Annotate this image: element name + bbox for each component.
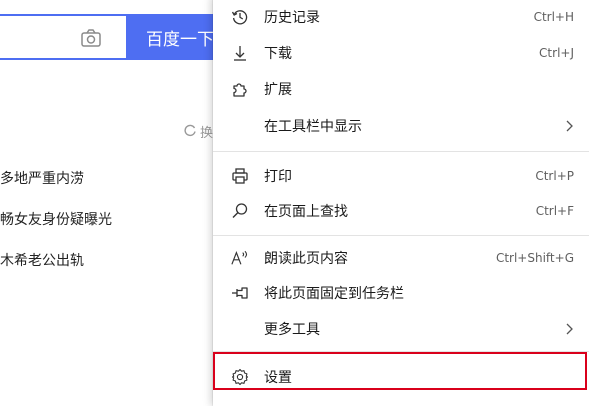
- print-icon: [231, 167, 249, 185]
- chevron-right-icon: [562, 322, 576, 336]
- menu-item-shortcut: Ctrl+Shift+G: [495, 251, 574, 265]
- news-item[interactable]: 多地严重内涝: [0, 168, 84, 188]
- menu-item-find-on-page[interactable]: 在页面上查找 Ctrl+F: [213, 194, 588, 228]
- search-input[interactable]: [0, 14, 126, 60]
- menu-item-label: 将此页面固定到任务栏: [264, 286, 404, 302]
- menu-item-history[interactable]: 历史记录 Ctrl+H: [213, 0, 588, 34]
- menu-item-shortcut: Ctrl+H: [533, 10, 574, 24]
- menu-item-read-aloud[interactable]: 朗读此页内容 Ctrl+Shift+G: [213, 241, 588, 275]
- settings-menu: 历史记录 Ctrl+H 下载 Ctrl+J 扩展 在工具栏中显示 打印 Ctrl…: [213, 0, 600, 406]
- menu-item-show-in-toolbar[interactable]: 在工具栏中显示: [213, 109, 588, 143]
- menu-item-label: 下载: [264, 46, 292, 62]
- menu-item-shortcut: Ctrl+F: [535, 204, 574, 218]
- search-button[interactable]: 百度一下: [126, 14, 226, 60]
- refresh-icon[interactable]: [183, 124, 197, 138]
- pin-icon: [231, 284, 249, 302]
- menu-item-label: 打印: [264, 169, 292, 185]
- read-aloud-icon: [231, 249, 249, 267]
- download-icon: [231, 44, 249, 62]
- menu-item-label: 历史记录: [264, 10, 320, 26]
- menu-item-label: 在页面上查找: [264, 204, 348, 220]
- menu-item-more-tools[interactable]: 更多工具: [213, 312, 588, 346]
- menu-item-label: 更多工具: [264, 322, 320, 338]
- menu-item-extensions[interactable]: 扩展: [213, 72, 588, 106]
- menu-item-label: 在工具栏中显示: [264, 119, 362, 135]
- menu-item-shortcut: Ctrl+P: [535, 169, 574, 183]
- menu-item-downloads[interactable]: 下载 Ctrl+J: [213, 36, 588, 70]
- history-icon: [231, 8, 249, 26]
- news-item[interactable]: 畅女友身份疑曝光: [0, 209, 112, 229]
- news-item[interactable]: 木希老公出轨: [0, 250, 84, 270]
- menu-item-label: 扩展: [264, 82, 292, 98]
- menu-item-print[interactable]: 打印 Ctrl+P: [213, 159, 588, 193]
- menu-item-label: 朗读此页内容: [264, 251, 348, 267]
- extensions-icon: [231, 80, 249, 98]
- search-icon: [231, 202, 249, 220]
- menu-divider: [213, 151, 589, 152]
- settings-highlight-box: [213, 352, 587, 390]
- chevron-right-icon: [562, 119, 576, 133]
- camera-icon[interactable]: [80, 28, 102, 48]
- menu-item-pin-to-taskbar[interactable]: 将此页面固定到任务栏: [213, 276, 588, 310]
- menu-divider: [213, 235, 589, 236]
- menu-item-shortcut: Ctrl+J: [539, 46, 574, 60]
